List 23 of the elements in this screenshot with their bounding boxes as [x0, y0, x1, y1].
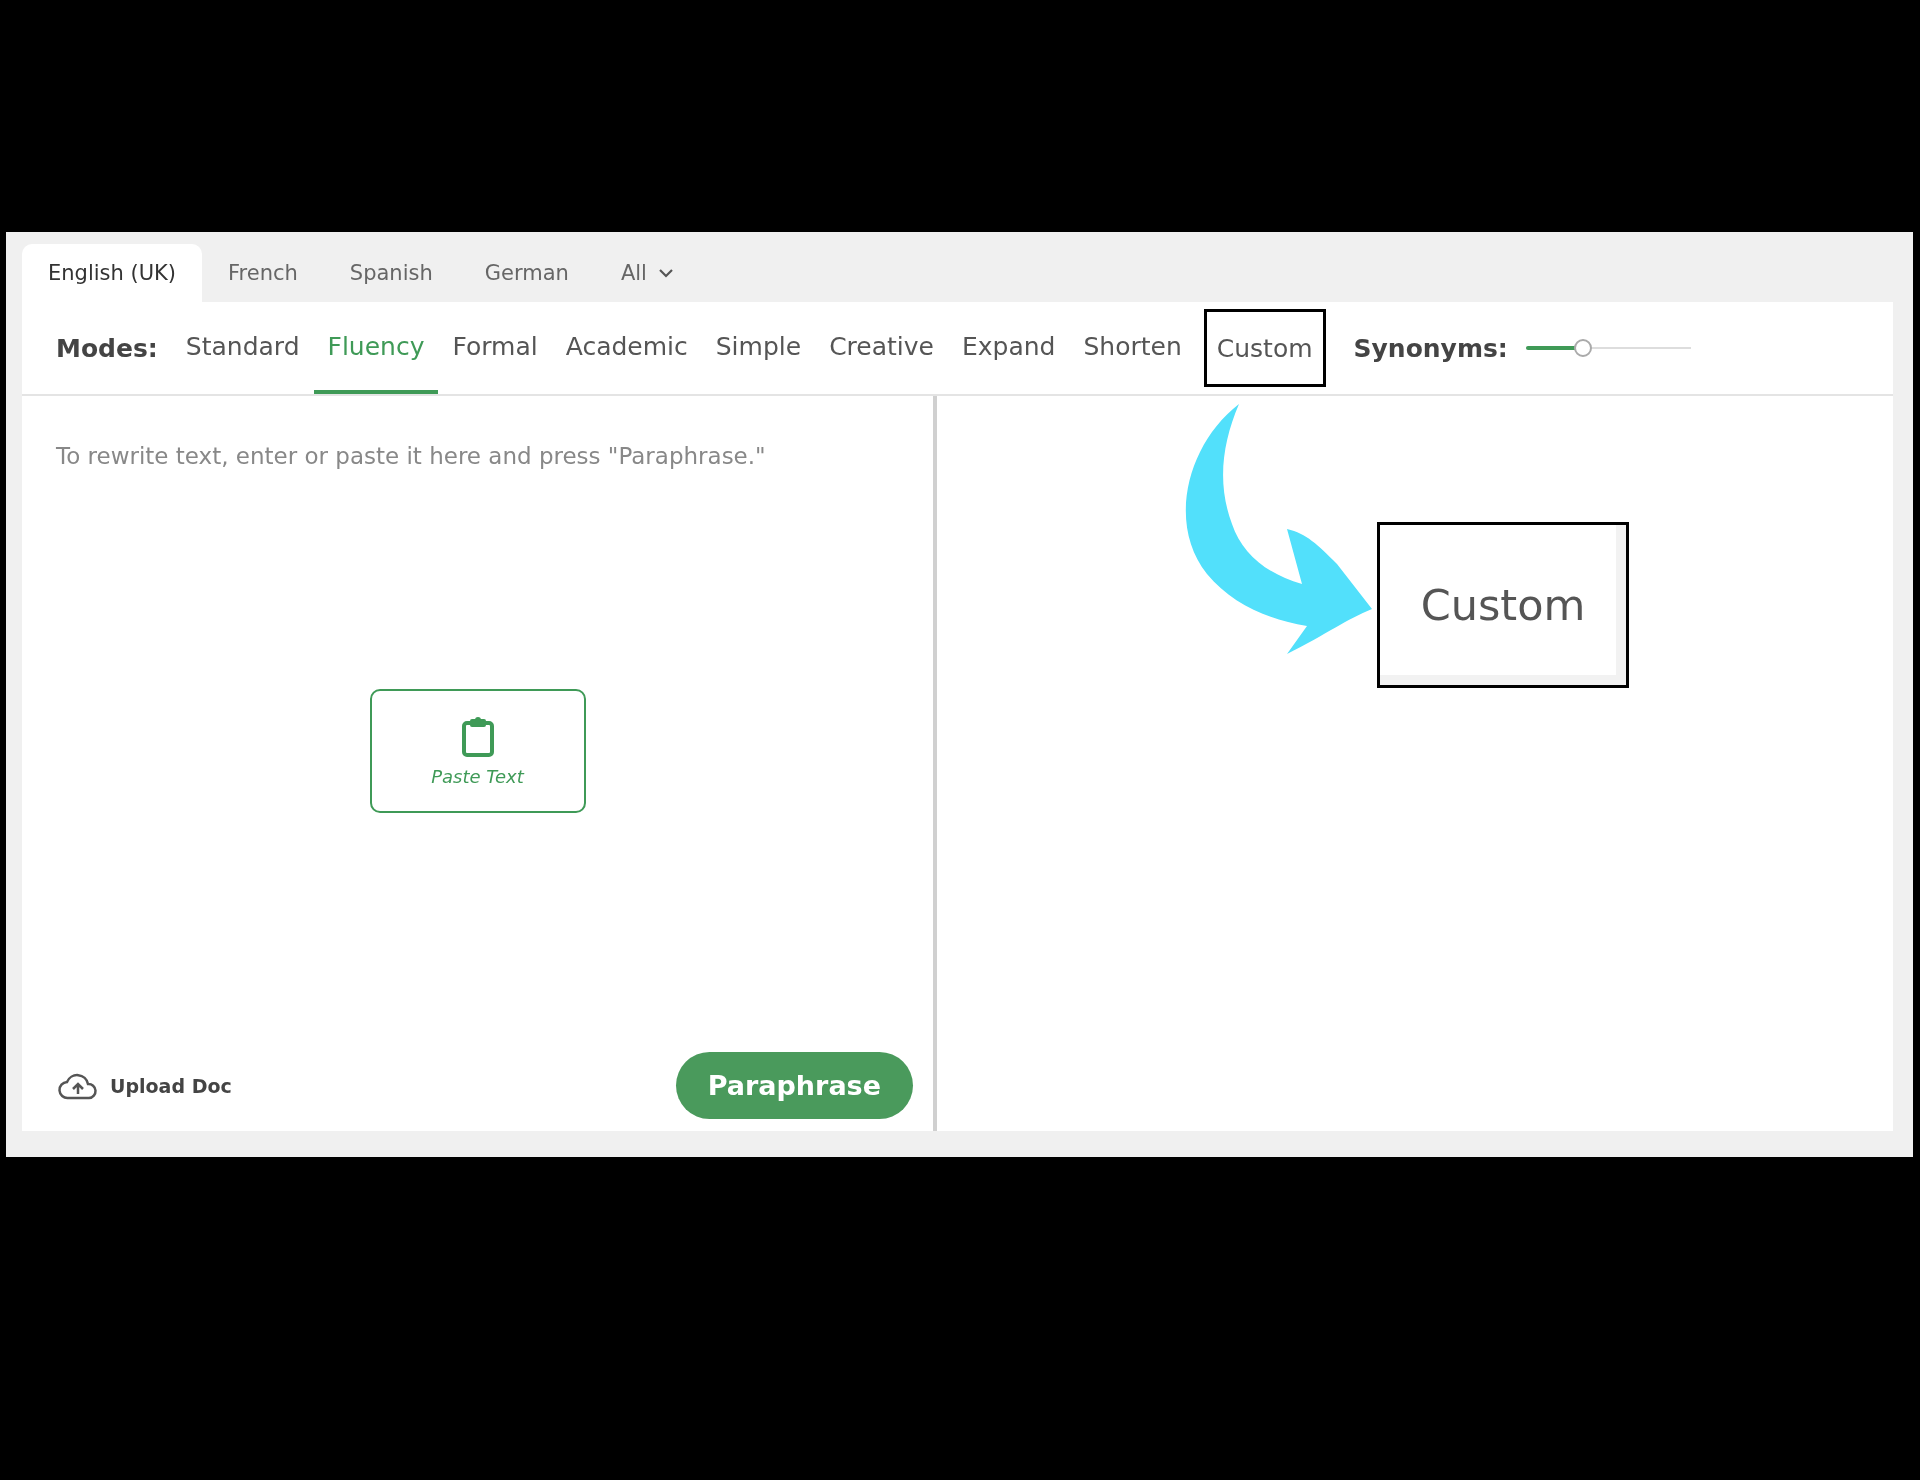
custom-callout: Custom [1377, 522, 1629, 688]
language-tab[interactable]: English (UK) [22, 244, 203, 302]
mode-tab[interactable]: Standard [171, 302, 314, 394]
modes-label: Modes: [56, 333, 158, 363]
language-tab[interactable]: French [202, 244, 324, 302]
mode-tab[interactable]: Simple [701, 302, 816, 394]
language-tab[interactable]: Spanish [323, 244, 459, 302]
language-tab[interactable]: German [458, 244, 595, 302]
synonyms-label: Synonyms: [1353, 333, 1508, 363]
cloud-upload-icon [58, 1071, 98, 1100]
input-panel[interactable]: To rewrite text, enter or paste it here and press "Paraphrase." Paste Text Upload Doc Paraphrase [22, 396, 937, 1131]
mode-tab[interactable]: Creative [815, 302, 948, 394]
mode-tab[interactable]: Academic [551, 302, 702, 394]
upload-doc-button[interactable]: Upload Doc [52, 1070, 238, 1101]
mode-tab[interactable]: Shorten [1069, 302, 1196, 394]
mode-tab[interactable]: Custom [1203, 309, 1326, 387]
mode-tab[interactable]: Expand [947, 302, 1070, 394]
language-tab[interactable]: All [594, 244, 699, 302]
paste-text-button[interactable]: Paste Text [369, 689, 586, 813]
mode-tab[interactable]: Formal [438, 302, 552, 394]
clipboard-icon [460, 715, 495, 758]
chevron-down-icon [658, 268, 673, 278]
slider-thumb[interactable] [1574, 339, 1593, 357]
